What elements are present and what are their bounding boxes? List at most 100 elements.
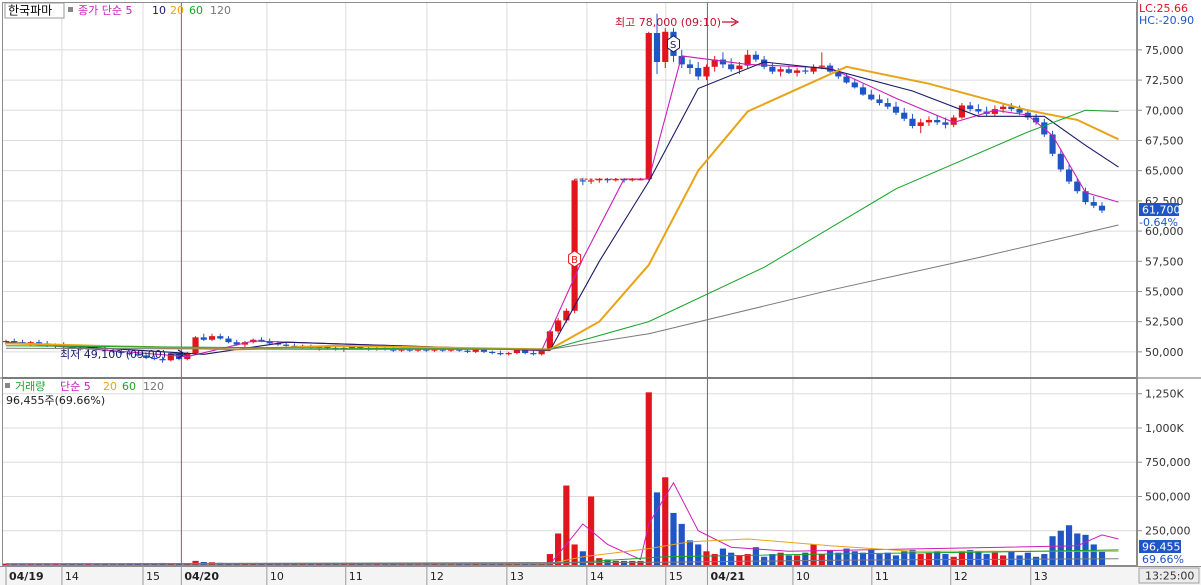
x-tick-label: 04/19 <box>9 570 44 583</box>
candle-body <box>505 353 512 355</box>
volume-y-tick-label: 750,000 <box>1145 456 1191 469</box>
volume-bar <box>1032 556 1040 565</box>
candle-body <box>958 105 965 118</box>
volume-ma120-legend: 120 <box>143 380 164 393</box>
volume-bar <box>645 392 652 565</box>
volume-bar <box>1000 555 1007 565</box>
candle-body <box>555 320 562 332</box>
candle-body <box>785 69 792 73</box>
candle-body <box>283 344 290 346</box>
candle-body <box>876 99 883 104</box>
candle-body <box>884 103 891 107</box>
buy-marker: B <box>571 255 578 266</box>
x-tick-label: 15 <box>146 570 160 583</box>
volume-subtitle: 96,455주(69.66%) <box>6 394 105 407</box>
volume-y-tick-label: 250,000 <box>1145 525 1191 538</box>
candle-body <box>530 353 537 355</box>
x-tick-label: 14 <box>590 570 604 583</box>
x-tick-label: 10 <box>270 570 284 583</box>
ma120-legend: 120 <box>210 4 231 17</box>
chart-window: BS 50,000 52,500 55,000 57,500 60,000 62,500 6… <box>0 0 1201 585</box>
candle-body <box>892 106 900 113</box>
volume-bar <box>612 560 619 565</box>
ma10-legend: 10 <box>152 4 166 17</box>
candle-body <box>703 66 710 77</box>
volume-bar <box>843 548 850 565</box>
price-y-tick-label: 57,500 <box>1145 255 1184 268</box>
sell-marker: S <box>670 40 676 51</box>
price-y-tick-label: 70,000 <box>1145 104 1184 117</box>
candle-body <box>901 112 908 119</box>
volume-bar <box>909 549 916 565</box>
x-tick-label: 04/20 <box>184 570 219 583</box>
volume-bar <box>958 551 965 565</box>
candle-body <box>653 32 661 62</box>
price-y-tick-label: 67,500 <box>1145 134 1184 147</box>
volume-legend-square-icon <box>5 383 10 388</box>
candle-body <box>695 68 702 77</box>
volume-bar <box>975 551 982 565</box>
ma20-legend: 20 <box>170 4 184 17</box>
volume-bar <box>653 492 661 565</box>
candle-body <box>200 337 207 340</box>
volume-ma-title: 단순 5 <box>60 380 91 393</box>
volume-y-tick-label: 500,000 <box>1145 490 1191 503</box>
candle-body <box>686 64 694 69</box>
volume-bar <box>769 554 776 565</box>
price-y-tick-label: 72,500 <box>1145 74 1184 87</box>
volume-bar <box>868 549 875 565</box>
candle-body <box>11 340 18 343</box>
candle-body <box>851 82 858 88</box>
candle-body <box>645 32 652 180</box>
candle-body <box>497 353 504 355</box>
volume-bar <box>950 556 957 565</box>
stock-chart[interactable]: BS 50,00052,50055,00057,50060,00062,5006… <box>0 0 1201 585</box>
volume-bar <box>596 558 603 565</box>
current-change: -0.64% <box>1139 216 1178 229</box>
candle-body <box>1065 169 1073 182</box>
volume-bar <box>1008 551 1015 565</box>
volume-bar <box>719 548 727 565</box>
price-y-tick-label: 52,500 <box>1145 316 1184 329</box>
candle-body <box>868 94 875 100</box>
volume-bar <box>637 560 644 565</box>
volume-bar <box>736 555 743 565</box>
candle-body <box>917 122 924 126</box>
ma-legend-square-icon <box>68 7 73 12</box>
volume-bar <box>826 549 834 565</box>
volume-bar <box>818 554 825 565</box>
candle-body <box>777 69 784 72</box>
x-tick-label: 11 <box>875 570 889 583</box>
x-tick-label: 10 <box>796 570 810 583</box>
low-annotation: 최저 49,100 (09:00) <box>60 348 166 361</box>
volume-bar <box>884 552 891 565</box>
x-tick-label: 12 <box>430 570 444 583</box>
price-legend: 한국파마 종가 단순 5 10 20 60 120 <box>4 2 231 19</box>
volume-title: 거래량 <box>15 380 45 393</box>
candle-body <box>909 118 916 126</box>
candle-body <box>769 66 776 72</box>
candle-body <box>489 351 496 354</box>
volume-bar <box>686 540 694 565</box>
price-y-tick-label: 75,000 <box>1145 44 1184 57</box>
candle-body <box>1049 134 1056 154</box>
candle-body <box>728 64 735 70</box>
volume-bar <box>629 560 636 565</box>
price-ma-title: 종가 단순 5 <box>78 4 132 17</box>
candle-body <box>225 338 232 343</box>
volume-bar <box>859 552 867 565</box>
volume-ma60-legend: 60 <box>122 380 136 393</box>
volume-bar <box>1016 555 1023 565</box>
candle-body <box>1090 202 1097 206</box>
volume-bar <box>728 552 735 565</box>
volume-bar <box>925 552 933 565</box>
ma60-legend: 60 <box>189 4 203 17</box>
volume-bar <box>934 551 941 565</box>
x-tick-label: 13 <box>510 570 524 583</box>
volume-ma20-legend: 20 <box>103 380 117 393</box>
volume-bar <box>555 533 562 565</box>
volume-bar <box>1057 530 1064 565</box>
candle-body <box>934 119 941 123</box>
x-tick-label: 12 <box>954 570 968 583</box>
candle-body <box>1057 153 1064 170</box>
